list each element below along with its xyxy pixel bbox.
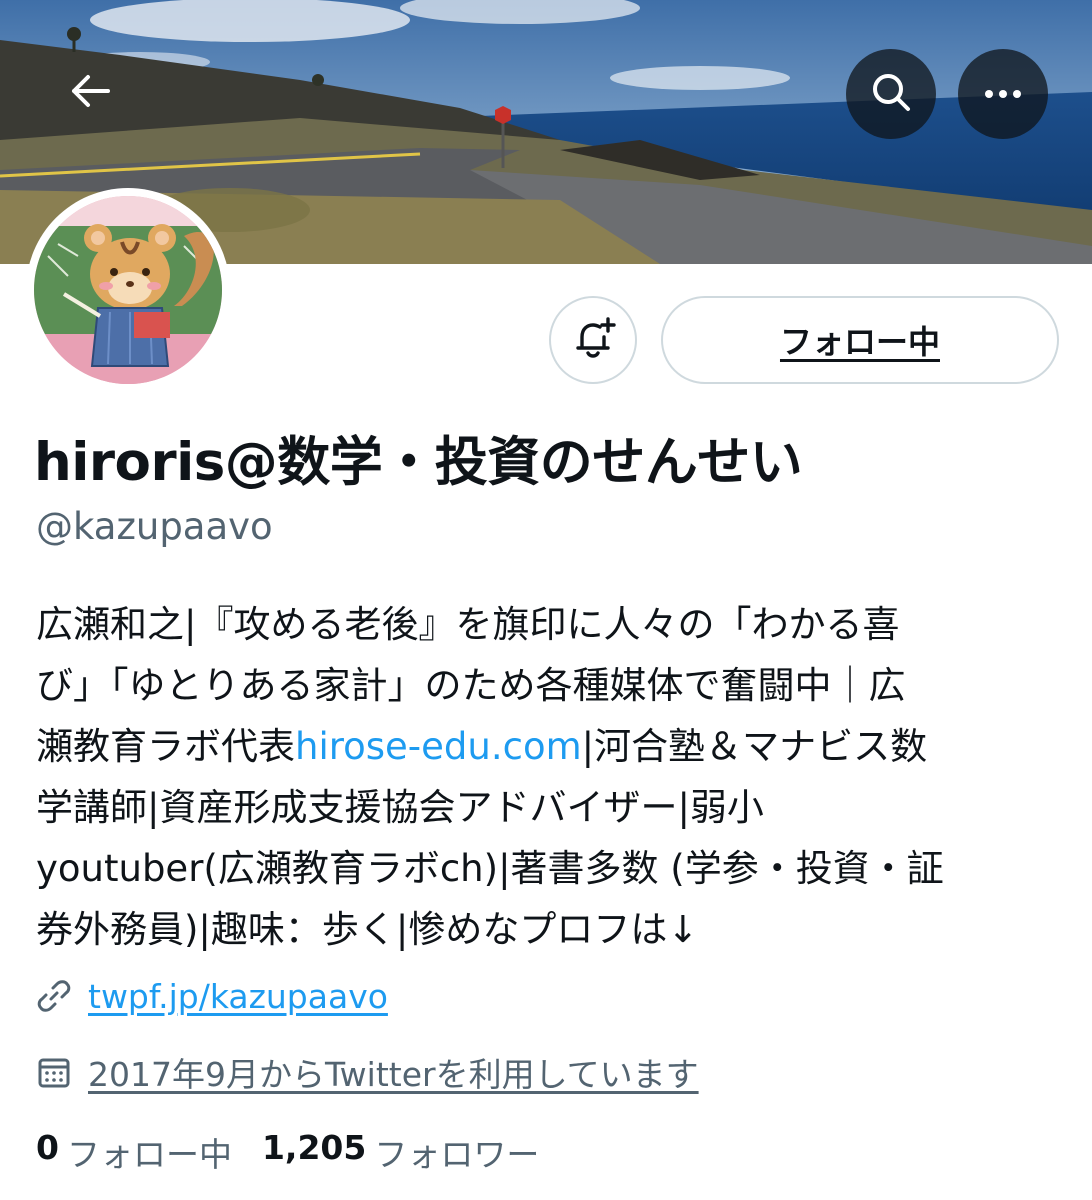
more-horizontal-icon xyxy=(981,85,1025,104)
following-count-link[interactable]: 0 フォロー中 xyxy=(36,1128,232,1176)
avatar[interactable] xyxy=(26,188,230,392)
bio-line: 学講師|資産形成支援協会アドバイザー|弱小 xyxy=(36,786,764,829)
bio-line: youtuber(広瀬教育ラボch)|著書多数 (学参・投資・証 xyxy=(36,847,944,890)
search-button[interactable] xyxy=(846,49,936,139)
profile-url-link[interactable]: twpf.jp/kazupaavo xyxy=(88,977,388,1016)
bio-website-link[interactable]: hirose-edu.com xyxy=(295,725,582,768)
profile-bio: 広瀬和之|『攻める老後』を旗印に人々の「わかる喜 び」「ゆとりある家計」のため各… xyxy=(36,594,1066,960)
search-icon xyxy=(869,70,913,118)
following-count: 0 xyxy=(36,1128,59,1167)
calendar-icon xyxy=(34,1052,74,1092)
bio-line: 瀬教育ラボ代表hirose-edu.com|河合塾＆マナビス数 xyxy=(36,725,928,768)
more-options-button[interactable] xyxy=(958,49,1048,139)
follow-stats: 0 フォロー中 1,205 フォロワー xyxy=(36,1128,569,1176)
notification-button[interactable] xyxy=(549,296,637,384)
followers-count-link[interactable]: 1,205 フォロワー xyxy=(262,1128,539,1176)
followers-count: 1,205 xyxy=(261,1128,367,1167)
user-handle: @kazupaavo xyxy=(36,505,273,548)
following-button[interactable]: フォロー中 xyxy=(661,296,1059,384)
bio-line: 広瀬和之|『攻める老後』を旗印に人々の「わかる喜 xyxy=(36,603,900,646)
avatar-image xyxy=(34,196,222,384)
display-name: hiroris@数学・投資のせんせい xyxy=(34,432,803,493)
arrow-left-icon xyxy=(68,69,112,117)
profile-url-row: twpf.jp/kazupaavo xyxy=(34,976,388,1016)
bio-line: び」「ゆとりある家計」のため各種媒体で奮闘中｜広 xyxy=(36,664,906,707)
joined-date: 2017年9月からTwitterを利用しています xyxy=(88,1055,699,1094)
link-icon xyxy=(34,976,74,1016)
bio-line: 券外務員)|趣味：歩く|惨めなプロフは↓ xyxy=(36,908,699,951)
following-label: フォロー中 xyxy=(66,1135,232,1174)
bell-plus-icon xyxy=(570,315,616,365)
followers-label: フォロワー xyxy=(374,1135,540,1174)
joined-date-row: 2017年9月からTwitterを利用しています xyxy=(34,1048,699,1096)
back-button[interactable] xyxy=(45,48,135,138)
